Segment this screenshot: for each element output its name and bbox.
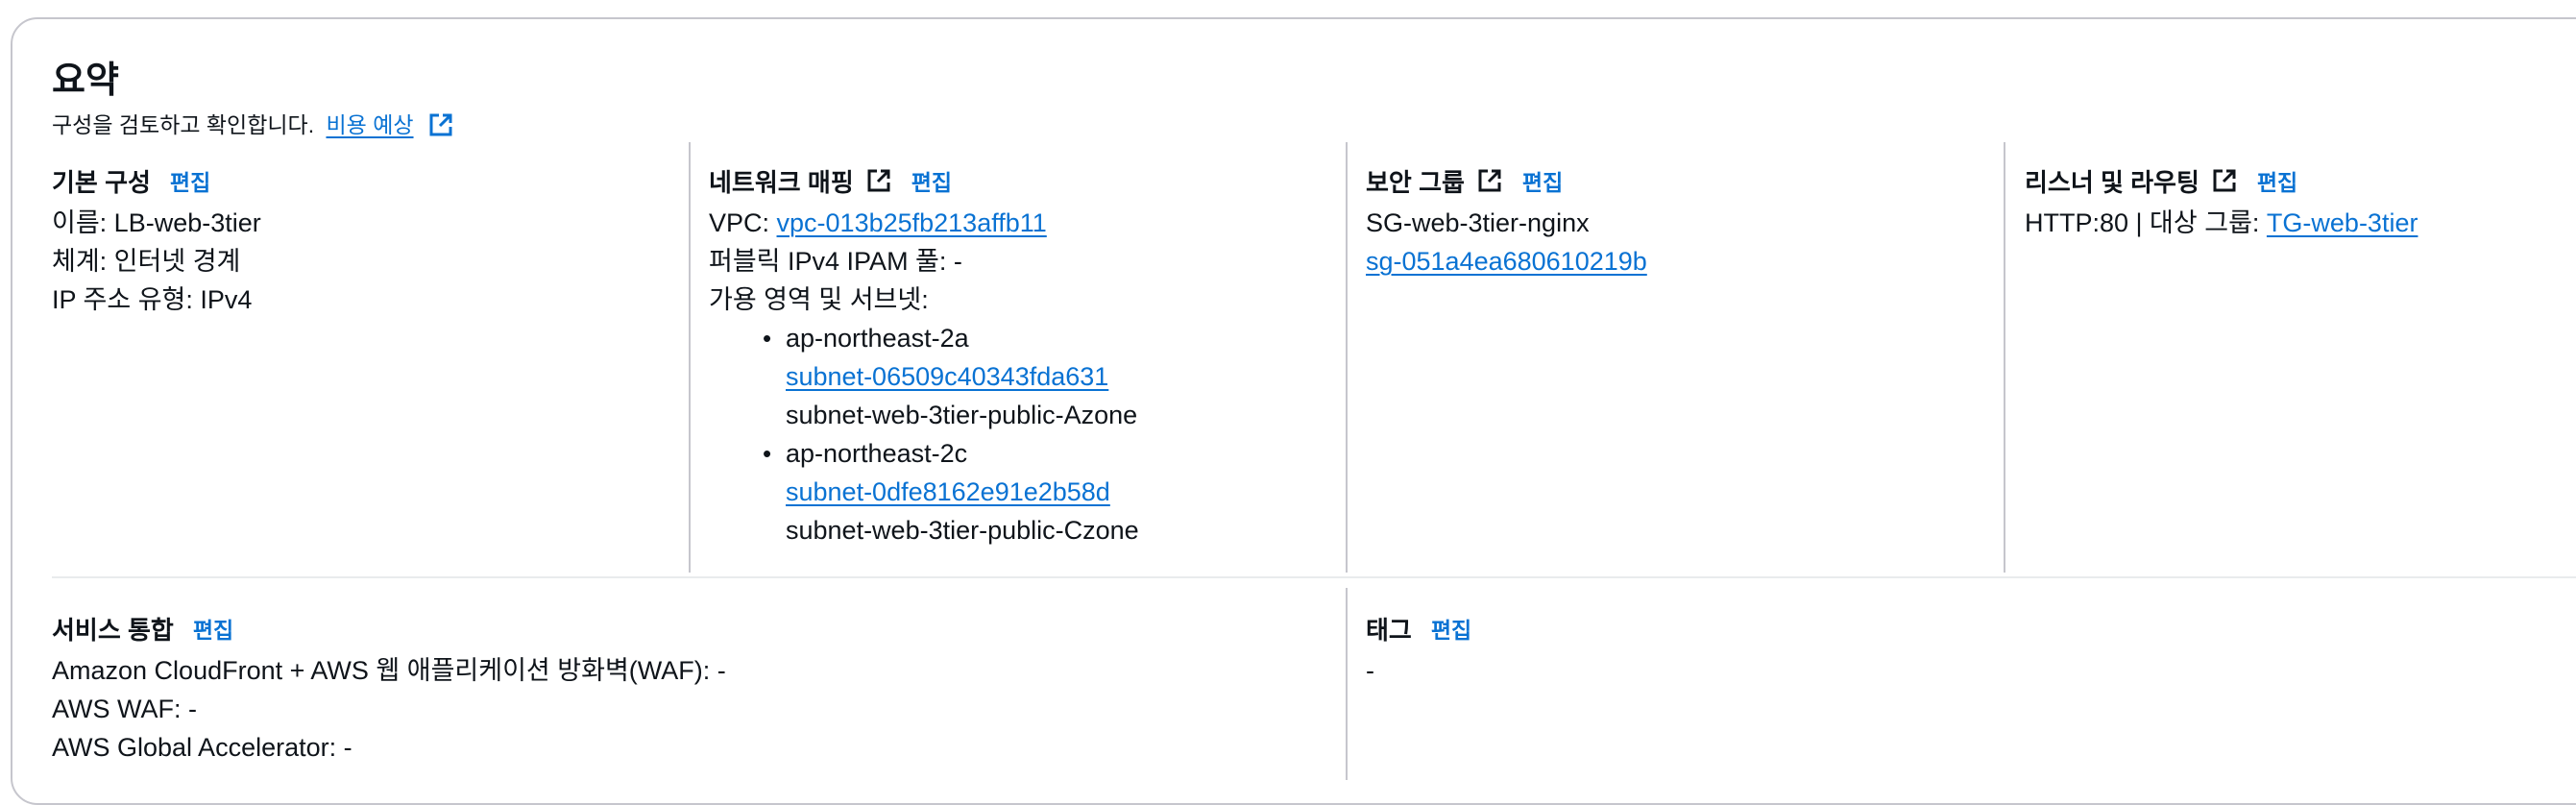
lb-name: 이름: LB-web-3tier <box>52 208 261 237</box>
subnet-name: subnet-web-3tier-public-Czone <box>786 516 1139 545</box>
az-zone: ap-northeast-2c <box>786 439 968 468</box>
summary-subtitle: 구성을 검토하고 확인합니다. 비용 예상 <box>52 107 454 139</box>
network-mapping-edit-button[interactable]: 편집 <box>911 164 952 197</box>
security-group-header: 보안 그룹 <box>1366 167 1465 197</box>
basic-config-edit-button[interactable]: 편집 <box>170 164 210 197</box>
security-group-link[interactable]: sg-051a4ea680610219b <box>1366 247 1647 276</box>
external-link-icon[interactable] <box>1476 167 1503 194</box>
lb-scheme: 체계: 인터넷 경계 <box>52 247 241 276</box>
aws-waf: AWS WAF: - <box>52 695 197 723</box>
security-group-name: SG-web-3tier-nginx <box>1366 208 1590 237</box>
network-mapping-section: 네트워크 매핑 편집 VPC: vpc-013b25fb213affb11 퍼블… <box>709 163 1139 549</box>
tags-value: - <box>1366 656 1374 685</box>
vpc-label: VPC: <box>709 208 777 237</box>
network-mapping-header: 네트워크 매핑 <box>709 167 854 197</box>
az-subnets-label: 가용 영역 및 서브넷: <box>709 285 929 314</box>
service-integration-edit-button[interactable]: 편집 <box>193 612 233 645</box>
list-item: ap-northeast-2a subnet-06509c40343fda631… <box>763 319 1139 434</box>
listener-routing-section: 리스너 및 라우팅 편집 HTTP:80 | 대상 그룹: TG-web-3ti… <box>2025 163 2418 242</box>
basic-config-section: 기본 구성 편집 이름: LB-web-3tier 체계: 인터넷 경계 IP … <box>52 163 261 319</box>
basic-config-header: 기본 구성 <box>52 167 151 197</box>
column-divider <box>689 142 691 573</box>
external-link-icon[interactable] <box>427 111 454 138</box>
row-divider <box>52 576 2576 578</box>
subnet-link[interactable]: subnet-0dfe8162e91e2b58d <box>786 477 1110 506</box>
listener-row: HTTP:80 | 대상 그룹: TG-web-3tier <box>2025 204 2418 242</box>
service-integration-section: 서비스 통합 편집 Amazon CloudFront + AWS 웹 애플리케… <box>52 611 726 767</box>
global-accelerator: AWS Global Accelerator: - <box>52 733 352 762</box>
security-group-edit-button[interactable]: 편집 <box>1522 164 1563 197</box>
external-link-icon[interactable] <box>2211 167 2238 194</box>
security-group-section: 보안 그룹 편집 SG-web-3tier-nginx sg-051a4ea68… <box>1366 163 1647 281</box>
external-link-icon[interactable] <box>865 167 892 194</box>
listener-text: HTTP:80 | 대상 그룹: <box>2025 208 2267 237</box>
az-zone: ap-northeast-2a <box>786 324 969 353</box>
subnet-name: subnet-web-3tier-public-Azone <box>786 401 1138 429</box>
listener-routing-edit-button[interactable]: 편집 <box>2257 164 2297 197</box>
list-item: ap-northeast-2c subnet-0dfe8162e91e2b58d… <box>763 434 1139 549</box>
subtitle-text: 구성을 검토하고 확인합니다. <box>52 112 315 137</box>
ipam-pool: 퍼블릭 IPv4 IPAM 풀: - <box>709 247 962 276</box>
tags-header: 태그 <box>1366 615 1412 645</box>
tags-edit-button[interactable]: 편집 <box>1431 612 1471 645</box>
column-divider <box>2004 142 2005 573</box>
cloudfront-waf: Amazon CloudFront + AWS 웹 애플리케이션 방화벽(WAF… <box>52 656 726 685</box>
column-divider <box>1346 588 1348 780</box>
page-title: 요약 <box>52 61 119 101</box>
tags-section: 태그 편집 - <box>1366 611 1471 690</box>
az-list: ap-northeast-2a subnet-06509c40343fda631… <box>709 319 1139 549</box>
service-integration-header: 서비스 통합 <box>52 615 174 645</box>
vpc-link[interactable]: vpc-013b25fb213affb11 <box>777 208 1047 237</box>
column-divider <box>1346 142 1348 573</box>
ip-address-type: IP 주소 유형: IPv4 <box>52 285 253 314</box>
cost-estimate-link[interactable]: 비용 예상 <box>326 112 413 137</box>
vpc-row: VPC: vpc-013b25fb213affb11 <box>709 204 1139 242</box>
listener-routing-header: 리스너 및 라우팅 <box>2025 167 2199 197</box>
target-group-link[interactable]: TG-web-3tier <box>2267 208 2418 237</box>
subnet-link[interactable]: subnet-06509c40343fda631 <box>786 362 1108 391</box>
